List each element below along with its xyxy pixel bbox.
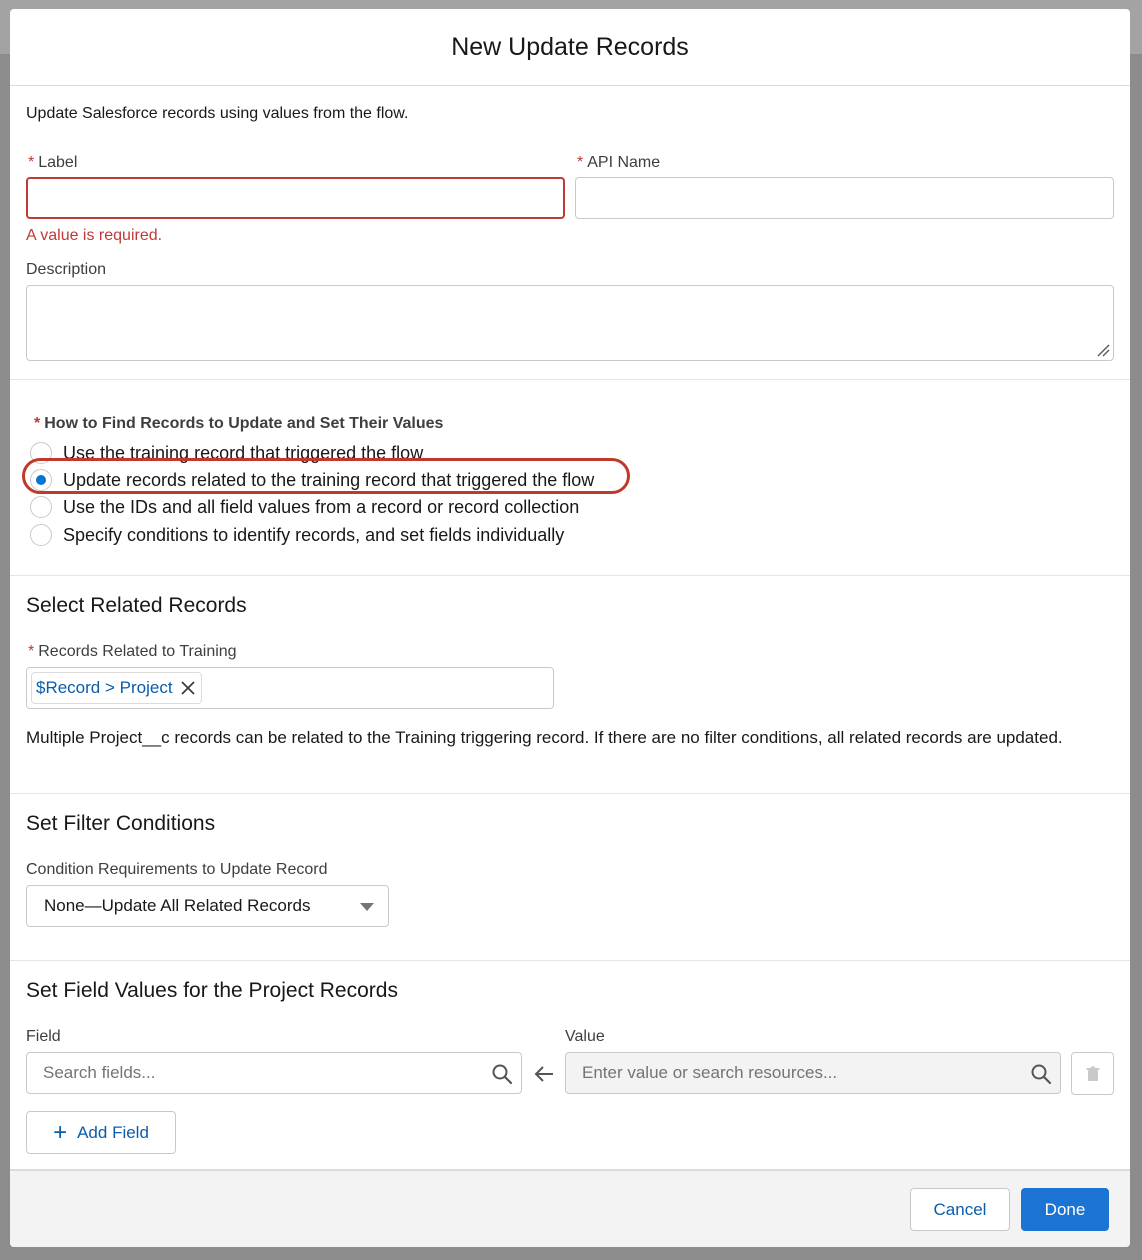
done-button[interactable]: Done xyxy=(1021,1188,1109,1231)
label-error-text: A value is required. xyxy=(26,227,163,244)
add-field-button[interactable]: + Add Field xyxy=(26,1111,176,1154)
add-field-label: Add Field xyxy=(77,1122,149,1142)
field-values-title: Set Field Values for the Project Records xyxy=(26,979,398,1002)
intro-text: Update Salesforce records using values f… xyxy=(26,105,409,122)
condition-requirements-select[interactable]: None—Update All Related Records xyxy=(26,885,389,927)
api-name-input[interactable] xyxy=(575,177,1114,219)
field-values-section: Set Field Values for the Project Records… xyxy=(10,961,1130,1169)
radio-option-specify-conditions[interactable]: Specify conditions to identify records, … xyxy=(30,522,564,548)
records-related-label: * Records Related to Training xyxy=(28,643,237,661)
search-icon xyxy=(1031,1064,1052,1085)
arrow-left-icon xyxy=(534,1066,553,1082)
modal-footer: Cancel Done xyxy=(10,1169,1130,1247)
label-input[interactable] xyxy=(26,177,565,219)
label-label-text: Label xyxy=(38,154,78,171)
find-records-section: * How to Find Records to Update and Set T… xyxy=(10,380,1130,576)
value-search-input[interactable]: Enter value or search resources... xyxy=(565,1052,1061,1094)
close-icon[interactable] xyxy=(179,679,197,697)
pill-label: $Record > Project xyxy=(36,678,173,697)
records-related-label-text: Records Related to Training xyxy=(38,643,237,660)
modal-title: New Update Records xyxy=(451,32,689,61)
required-marker: * xyxy=(34,415,41,432)
filter-conditions-title: Set Filter Conditions xyxy=(26,812,216,835)
api-name-field-label: * API Name xyxy=(577,154,660,172)
field-search-input[interactable]: Search fields... xyxy=(26,1052,522,1094)
value-search-placeholder: Enter value or search resources... xyxy=(582,1063,838,1082)
field-column-label: Field xyxy=(26,1028,61,1045)
api-name-label-text: API Name xyxy=(587,154,661,171)
description-textarea[interactable] xyxy=(26,285,1114,361)
value-column-label: Value xyxy=(565,1028,605,1045)
chevron-down-icon xyxy=(360,903,374,911)
required-marker: * xyxy=(28,643,35,660)
condition-requirements-label: Condition Requirements to Update Record xyxy=(26,861,328,878)
find-records-heading-text: How to Find Records to Update and Set Th… xyxy=(44,415,444,432)
related-records-title: Select Related Records xyxy=(26,594,247,617)
trash-icon xyxy=(1086,1066,1099,1081)
radio-label: Specify conditions to identify records, … xyxy=(63,524,565,545)
related-records-help: Multiple Project__c records can be relat… xyxy=(26,728,1063,747)
resize-grip-icon[interactable] xyxy=(1096,343,1110,357)
radio-button[interactable] xyxy=(30,524,52,546)
radio-option-record-collection[interactable]: Use the IDs and all field values from a … xyxy=(30,494,579,520)
radio-button[interactable] xyxy=(30,496,52,518)
required-marker: * xyxy=(28,154,35,171)
update-records-modal: New Update Records Update Salesforce rec… xyxy=(10,9,1130,1247)
delete-row-button[interactable] xyxy=(1071,1052,1114,1095)
plus-icon: + xyxy=(53,1118,68,1146)
details-section: Update Salesforce records using values f… xyxy=(10,86,1130,380)
related-records-lookup[interactable]: $Record > Project xyxy=(26,667,554,709)
required-marker: * xyxy=(577,154,584,171)
description-label: Description xyxy=(26,261,107,278)
field-search-placeholder: Search fields... xyxy=(43,1063,156,1082)
cancel-button[interactable]: Cancel xyxy=(910,1188,1010,1231)
radio-label: Use the IDs and all field values from a … xyxy=(63,496,580,517)
select-value: None—Update All Related Records xyxy=(44,896,311,915)
search-icon xyxy=(492,1064,513,1085)
highlight-annotation xyxy=(22,458,630,494)
record-pill[interactable]: $Record > Project xyxy=(31,672,202,704)
filter-conditions-section: Set Filter Conditions Condition Requirem… xyxy=(10,794,1130,961)
find-records-heading: * How to Find Records to Update and Set T… xyxy=(34,415,443,433)
related-records-section: Select Related Records * Records Related … xyxy=(10,576,1130,794)
modal-header: New Update Records xyxy=(10,9,1130,86)
label-field-label: * Label xyxy=(28,154,77,172)
